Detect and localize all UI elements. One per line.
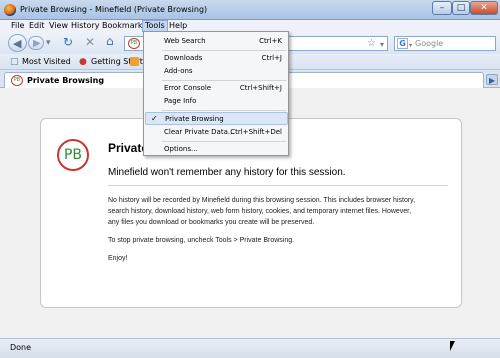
minimize-button[interactable]: – bbox=[432, 1, 452, 15]
forward-button[interactable]: ▶ bbox=[28, 36, 44, 50]
menu-item-clear-private-data[interactable]: Clear Private Data... Ctrl+Shift+Del bbox=[145, 126, 288, 139]
menu-item-label: Downloads bbox=[164, 54, 203, 62]
divider bbox=[108, 185, 448, 186]
back-button[interactable]: ◀ bbox=[8, 34, 27, 52]
page-body: No history will be recorded by Minefield… bbox=[108, 195, 418, 271]
site-identity-icon[interactable]: PB bbox=[128, 38, 140, 49]
mouse-cursor-icon bbox=[450, 341, 455, 351]
engine-dropdown-icon[interactable]: ▾ bbox=[409, 40, 412, 51]
menu-item-label: Clear Private Data... bbox=[164, 128, 235, 136]
menu-item-shortcut: Ctrl+Shift+J bbox=[239, 84, 282, 92]
menu-view[interactable]: View bbox=[47, 21, 70, 31]
menu-item-options[interactable]: Options... bbox=[145, 143, 288, 156]
menu-separator bbox=[162, 110, 286, 111]
tab-favicon: PB bbox=[11, 75, 23, 86]
search-box[interactable]: G ▾ Google bbox=[394, 36, 496, 51]
url-dropdown-icon[interactable]: ▾ bbox=[380, 39, 384, 50]
history-dropdown-icon[interactable]: ▾ bbox=[46, 38, 51, 49]
body-paragraph: To stop private browsing, uncheck Tools … bbox=[108, 237, 295, 244]
maximize-button[interactable]: □ bbox=[452, 1, 470, 15]
reload-icon[interactable]: ↻ bbox=[63, 36, 73, 48]
stop-icon[interactable]: ✕ bbox=[85, 36, 95, 48]
menu-item-label: Error Console bbox=[164, 84, 212, 92]
checkmark-icon: ✓ bbox=[151, 114, 158, 123]
bookmark-most-visited[interactable]: Most Visited bbox=[22, 57, 71, 66]
menu-item-label: Options... bbox=[164, 145, 198, 153]
menu-item-web-search[interactable]: Web Search Ctrl+K bbox=[145, 35, 288, 48]
menu-help[interactable]: Help bbox=[167, 21, 189, 31]
tools-menu: Web Search Ctrl+K Downloads Ctrl+J Add-o… bbox=[143, 31, 289, 156]
menu-item-shortcut: Ctrl+J bbox=[261, 54, 282, 62]
chevron-right-icon: ▶ bbox=[489, 76, 496, 85]
menu-separator bbox=[162, 50, 286, 51]
title-bar: Private Browsing - Minefield (Private Br… bbox=[0, 0, 500, 20]
back-arrow-icon: ◀ bbox=[13, 37, 22, 50]
menu-item-downloads[interactable]: Downloads Ctrl+J bbox=[145, 52, 288, 65]
search-placeholder: Google bbox=[415, 39, 444, 48]
menu-item-shortcut: Ctrl+Shift+Del bbox=[230, 128, 282, 136]
menu-item-error-console[interactable]: Error Console Ctrl+Shift+J bbox=[145, 82, 288, 95]
firefox-icon bbox=[4, 4, 16, 16]
getting-started-icon: ● bbox=[79, 57, 87, 67]
menu-item-page-info[interactable]: Page Info bbox=[145, 95, 288, 108]
tab-list-button[interactable]: ▶ bbox=[486, 74, 498, 85]
most-visited-folder-icon: □ bbox=[10, 57, 19, 67]
forward-arrow-icon: ▶ bbox=[33, 38, 41, 49]
menu-file[interactable]: File bbox=[9, 21, 26, 31]
menu-item-label: Web Search bbox=[164, 37, 206, 45]
menu-item-label: Page Info bbox=[164, 97, 197, 105]
status-bar: Done bbox=[0, 338, 500, 358]
tab-label: Private Browsing bbox=[27, 76, 105, 85]
menu-item-label: Private Browsing bbox=[165, 115, 224, 123]
menu-separator bbox=[162, 141, 286, 142]
menu-item-add-ons[interactable]: Add-ons bbox=[145, 65, 288, 78]
menu-item-private-browsing[interactable]: ✓ Private Browsing bbox=[145, 112, 288, 125]
menu-item-label: Add-ons bbox=[164, 67, 193, 75]
body-paragraph: No history will be recorded by Minefield… bbox=[108, 197, 416, 226]
menu-separator bbox=[162, 80, 286, 81]
status-text: Done bbox=[10, 343, 32, 352]
window-title: Private Browsing - Minefield (Private Br… bbox=[20, 5, 208, 14]
home-icon[interactable]: ⌂ bbox=[106, 35, 114, 47]
menu-history[interactable]: History bbox=[69, 21, 101, 31]
menu-item-shortcut: Ctrl+K bbox=[259, 37, 282, 45]
bookmark-star-icon[interactable]: ☆ bbox=[367, 38, 376, 49]
private-browsing-logo: PB bbox=[57, 139, 89, 171]
google-engine-icon[interactable]: G bbox=[397, 38, 408, 49]
close-button[interactable]: ✕ bbox=[470, 1, 498, 15]
rss-feed-icon[interactable] bbox=[130, 57, 139, 66]
body-paragraph: Enjoy! bbox=[108, 255, 128, 262]
menu-edit[interactable]: Edit bbox=[27, 21, 47, 31]
page-subtitle: Minefield won't remember any history for… bbox=[108, 167, 346, 178]
